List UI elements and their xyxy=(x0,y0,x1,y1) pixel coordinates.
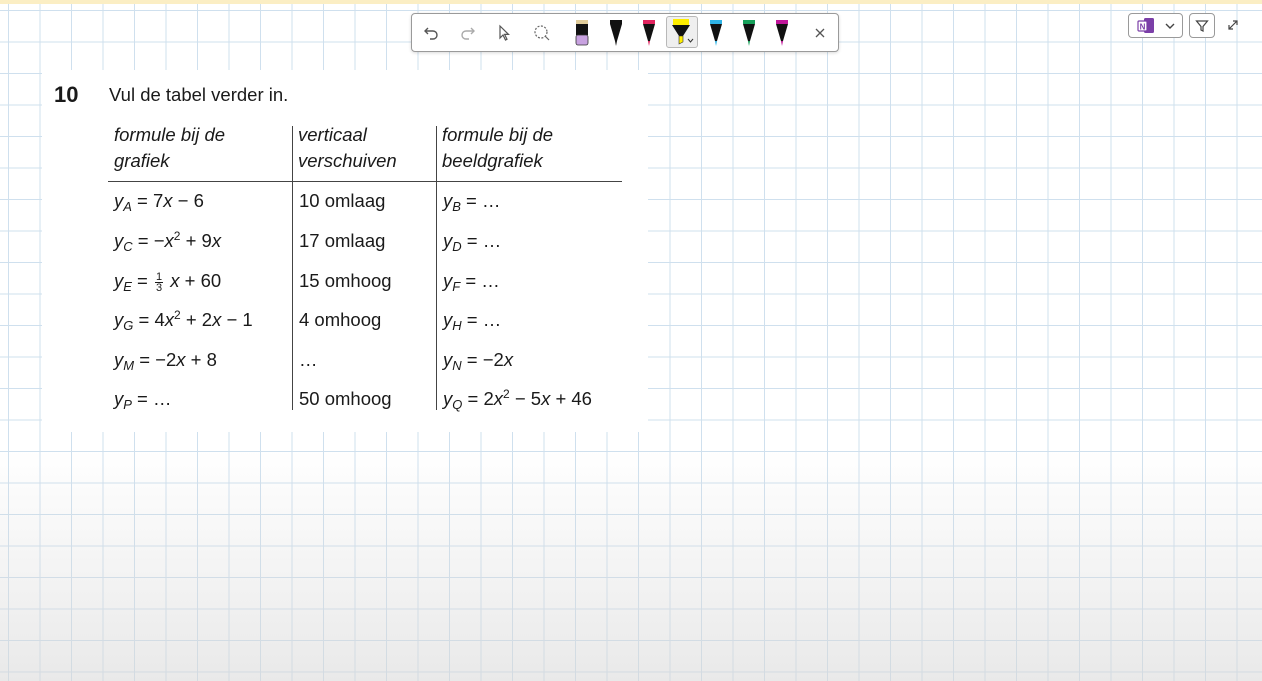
table-cell-vertical-shift: 50 omhoog xyxy=(299,388,392,409)
table-cell-formula-graph: yE = 13 x + 60 xyxy=(114,270,222,294)
pen-cyan-button[interactable] xyxy=(700,14,732,51)
pen-black-icon xyxy=(610,19,622,46)
table-cell-formula-graph: yC = −x2 + 9x xyxy=(114,229,222,254)
pen-green-button[interactable] xyxy=(733,14,765,51)
table-cell-vertical-shift: 17 omlaag xyxy=(299,230,386,251)
filter-button[interactable] xyxy=(1189,13,1215,38)
expand-button[interactable] xyxy=(1224,16,1242,34)
filter-icon xyxy=(1195,19,1209,32)
highlighter-yellow-button[interactable] xyxy=(666,16,698,48)
pen-red-icon xyxy=(643,19,655,46)
table-cell-formula-image-graph: yB = … xyxy=(443,190,501,214)
table-cell-formula-image-graph: yH = … xyxy=(443,309,502,333)
expand-icon xyxy=(1228,20,1238,30)
table-cell-formula-image-graph: yD = … xyxy=(443,230,502,254)
close-icon xyxy=(815,28,825,37)
pen-black-button[interactable] xyxy=(600,14,632,51)
column-divider-2 xyxy=(436,126,437,410)
chevron-down-icon xyxy=(1165,23,1174,29)
table-cell-formula-graph: yM = −2x + 8 xyxy=(114,349,217,373)
header-formula-graph: formule bij de grafiek xyxy=(114,124,226,171)
table-cell-vertical-shift: 10 omlaag xyxy=(299,190,386,211)
redo-icon xyxy=(461,27,475,40)
pen-magenta-button[interactable] xyxy=(766,14,798,51)
undo-icon xyxy=(424,27,438,40)
lasso-icon xyxy=(534,24,550,40)
table-cell-formula-image-graph: yQ = 2x2 − 5x + 46 xyxy=(443,387,592,412)
header-formula-image-graph: formule bij de beeldgrafiek xyxy=(442,124,554,171)
table-cell-formula-image-graph: yF = … xyxy=(443,270,500,294)
select-icon xyxy=(499,24,510,41)
header-divider xyxy=(108,181,622,182)
exercise-number: 10 xyxy=(54,82,79,107)
table-cell-formula-graph: yP = … xyxy=(114,388,172,412)
pen-red-button[interactable] xyxy=(633,14,665,51)
pen-green-icon xyxy=(743,19,755,46)
select-tool-button[interactable] xyxy=(488,14,520,51)
table-cell-vertical-shift: 15 omhoog xyxy=(299,270,392,291)
table-cell-formula-graph: yA = 7x − 6 xyxy=(114,190,204,214)
column-divider-1 xyxy=(292,126,293,410)
table-cell-formula-image-graph: yN = −2x xyxy=(443,349,514,373)
pen-toolbar xyxy=(411,13,839,52)
svg-text:N: N xyxy=(1139,22,1145,31)
pen-cyan-icon xyxy=(710,19,722,46)
exercise-instruction: Vul de tabel verder in. xyxy=(109,84,289,105)
pen-lavender-button[interactable] xyxy=(566,14,598,51)
redo-button[interactable] xyxy=(452,14,484,51)
table-cell-vertical-shift: … xyxy=(299,349,318,370)
undo-button[interactable] xyxy=(415,14,447,51)
table-cell-formula-graph: yG = 4x2 + 2x − 1 xyxy=(114,308,253,333)
close-toolbar-button[interactable] xyxy=(804,14,836,51)
lasso-tool-button[interactable] xyxy=(526,14,558,51)
onenote-icon: N xyxy=(1136,17,1154,33)
pen-magenta-icon xyxy=(776,19,788,46)
top-accent-strip xyxy=(0,0,1262,4)
table-cell-vertical-shift: 4 omhoog xyxy=(299,309,382,330)
exercise-table: formule bij de grafiek verticaal verschu… xyxy=(108,120,622,412)
header-vertical-shift: verticaal verschuiven xyxy=(298,124,397,171)
highlighter-yellow-icon xyxy=(672,19,694,45)
pen-lavender-icon xyxy=(575,19,589,45)
app-switcher-button[interactable]: N xyxy=(1128,13,1183,38)
